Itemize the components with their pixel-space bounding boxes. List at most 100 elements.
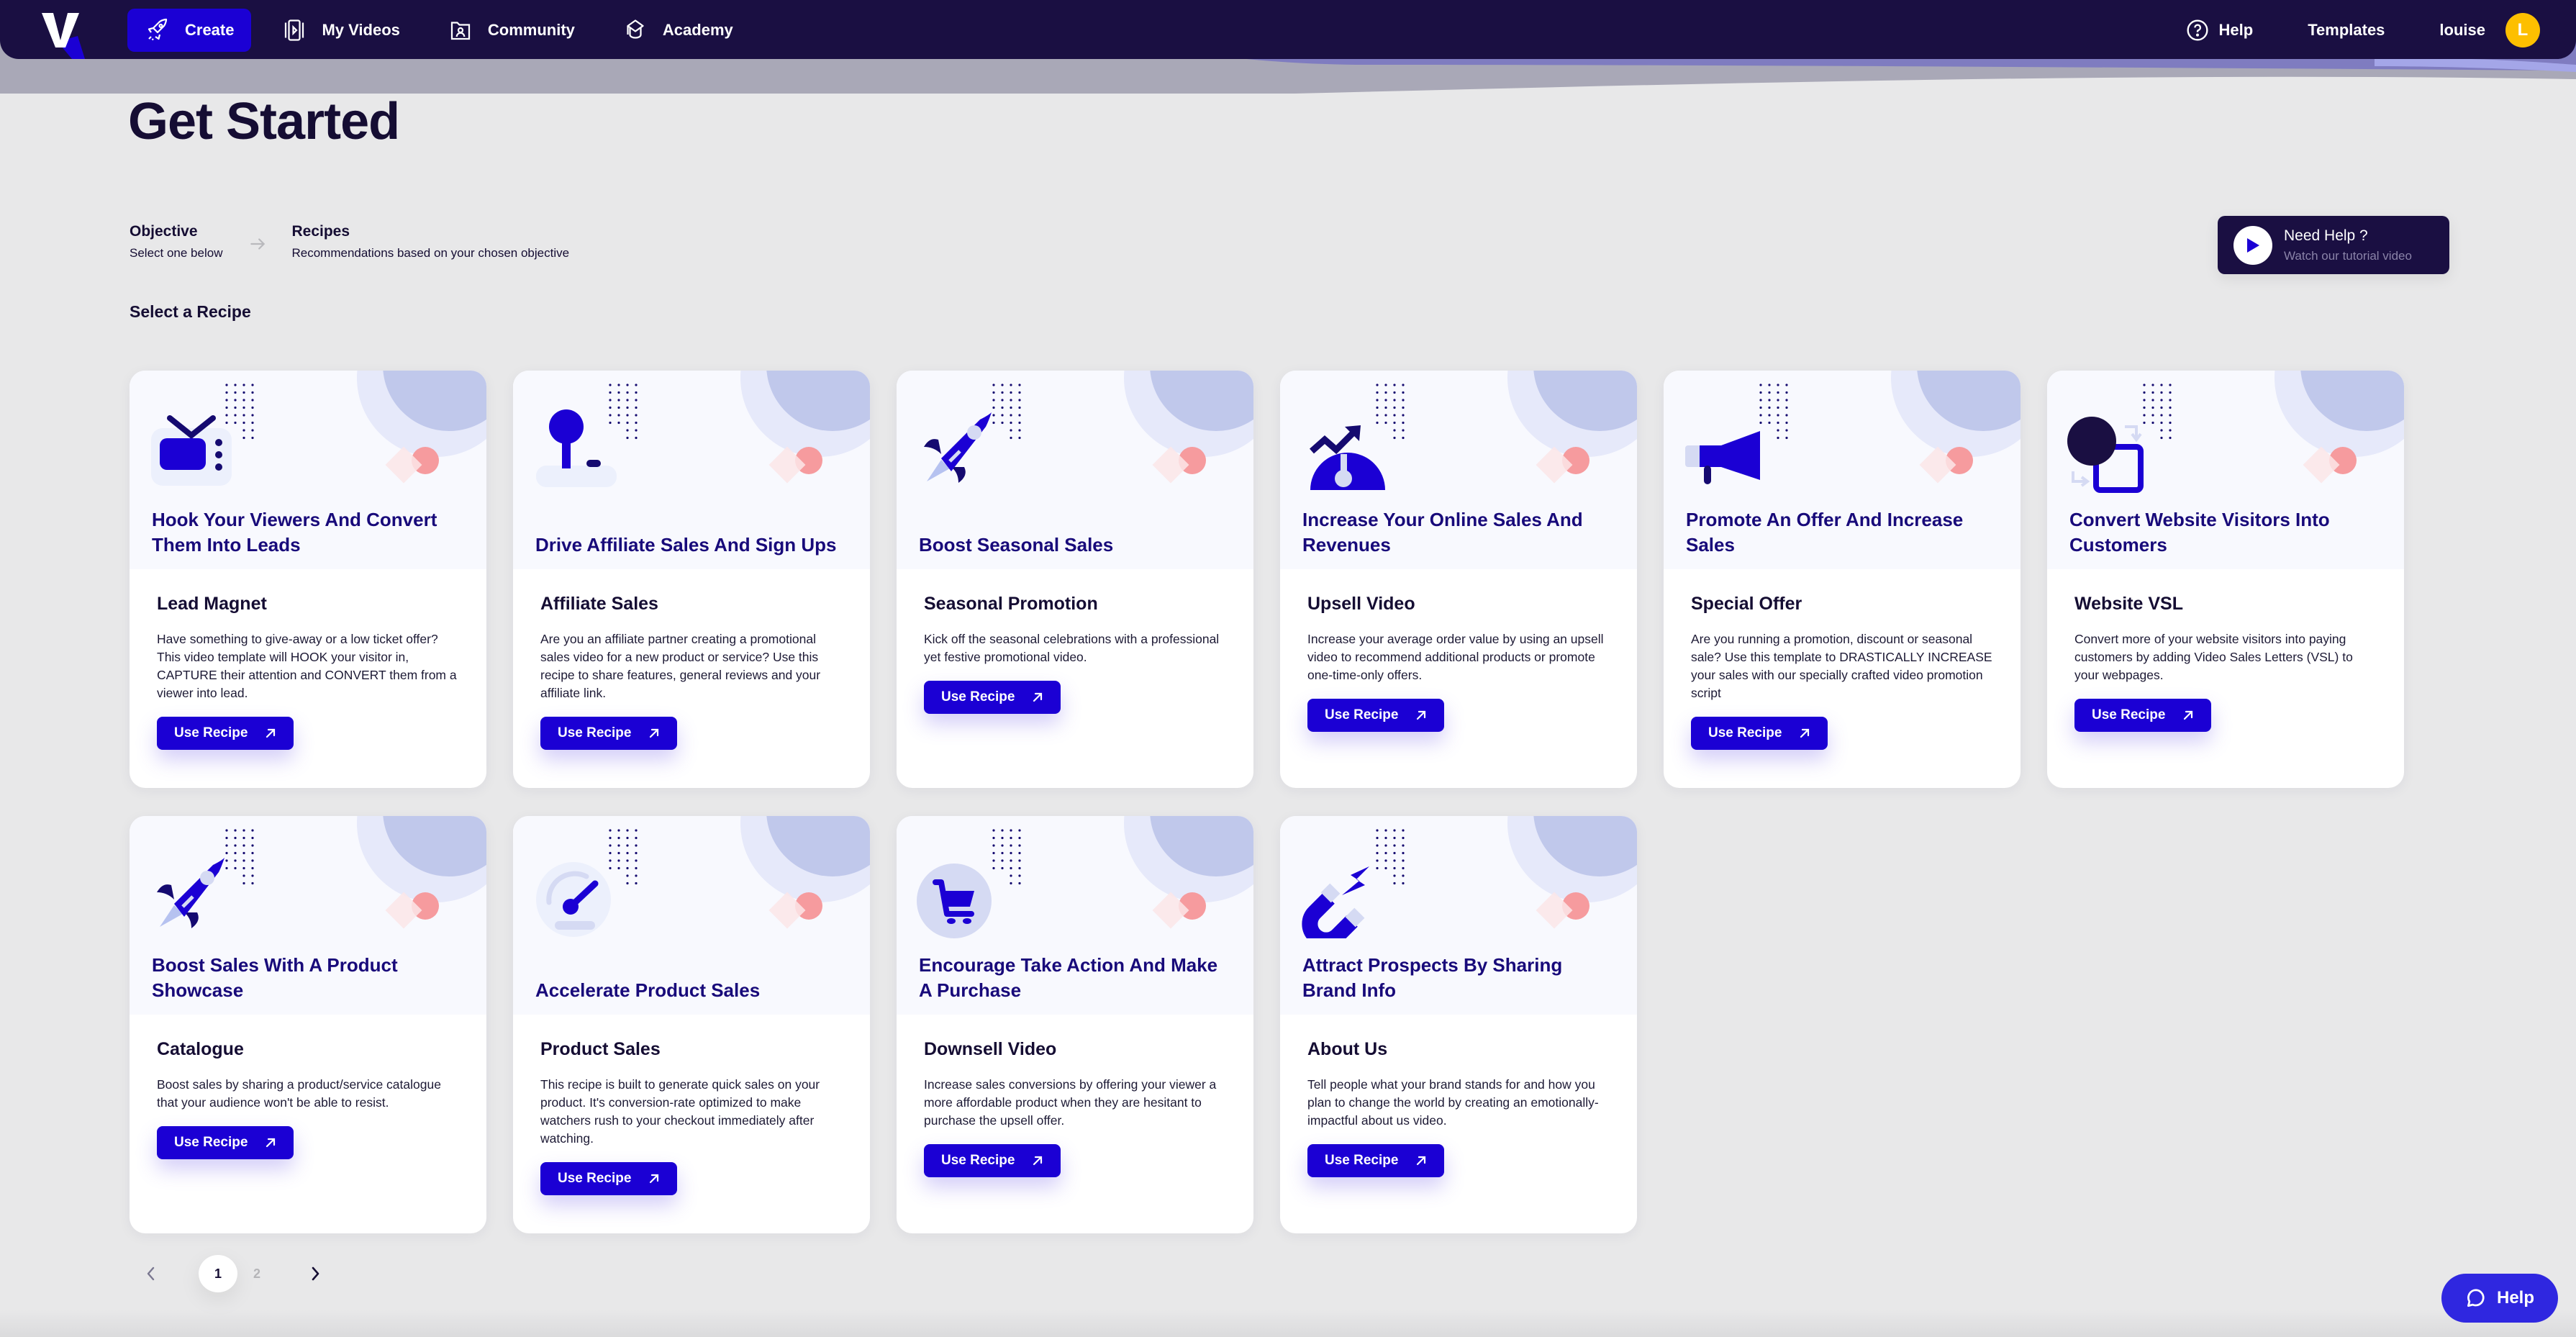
recipe-name: About Us [1307,1039,1388,1059]
use-recipe-button[interactable]: Use Recipe [157,717,294,750]
recipe-name: Special Offer [1691,594,1802,614]
help-chat-button[interactable]: Help [2441,1274,2558,1323]
arrow-up-right-icon [650,1174,659,1184]
step-objective[interactable]: Objective Select one below [130,223,222,260]
recipe-card[interactable]: Convert Website Visitors Into Customers W… [2047,371,2404,788]
rocket-icon [148,18,168,41]
recipe-description: This recipe is built to generate quick s… [540,1077,820,1146]
arrow-up-right-icon [1033,1156,1043,1166]
arrow-up-right-icon [1417,1156,1426,1166]
use-recipe-button[interactable]: Use Recipe [924,1144,1061,1177]
recipe-description: Tell people what your brand stands for a… [1307,1077,1599,1128]
page-title: Get Started [128,93,400,150]
recipe-card[interactable]: Boost Sales With A Product Showcase Catal… [130,816,486,1233]
video-icon [285,19,304,41]
bottom-shade [0,1310,2576,1337]
recipe-objective: Drive Affiliate Sales And Sign Ups [535,534,837,556]
card-banner: Convert Website Visitors Into Customers [2047,371,2404,569]
nav-help-label: Help [2218,21,2254,39]
use-recipe-label: Use Recipe [1325,707,1399,722]
need-help-subtitle: Watch our tutorial video [2284,248,2412,263]
recipe-description: Kick off the seasonal celebrations with … [924,632,1220,664]
card-banner: Drive Affiliate Sales And Sign Ups [513,371,870,569]
recipe-name: Seasonal Promotion [924,594,1098,614]
magnet-icon [1300,852,1387,948]
use-recipe-label: Use Recipe [174,1135,248,1150]
card-banner: Boost Seasonal Sales [897,371,1253,569]
nav-help-link[interactable]: Help [2186,19,2254,42]
recipe-description: Are you running a promotion, discount or… [1691,632,1992,700]
step-objective-subtitle: Select one below [130,246,223,260]
recipe-card[interactable]: Drive Affiliate Sales And Sign Ups Affili… [513,371,870,788]
step-recipes-subtitle: Recommendations based on your chosen obj… [291,246,570,260]
recipe-card[interactable]: Hook Your Viewers And Convert Them Into … [130,371,486,788]
card-banner: Encourage Take Action And Make A Purchas… [897,816,1253,1015]
recipe-card[interactable]: Accelerate Product Sales Product Sales Thi… [513,816,870,1233]
card-banner: Hook Your Viewers And Convert Them Into … [130,371,486,569]
nav-community[interactable]: Community [430,9,592,52]
pagination: 1 2 [144,1255,322,1292]
trend-gauge-icon [1300,407,1387,493]
use-recipe-button[interactable]: Use Recipe [924,681,1061,714]
use-recipe-button[interactable]: Use Recipe [1307,699,1445,732]
recipe-name: Catalogue [157,1039,244,1059]
page-2-button[interactable]: 2 [237,1255,276,1292]
speedometer-icon [533,852,620,938]
help-fab-label: Help [2496,1288,2534,1307]
page-1-button[interactable]: 1 [199,1255,237,1292]
graduation-cap-icon [627,19,644,39]
nav-create[interactable]: Create [127,9,252,52]
use-recipe-label: Use Recipe [558,725,632,740]
nav-templates-link[interactable]: Templates [2308,21,2385,40]
use-recipe-label: Use Recipe [174,725,248,740]
need-help-tutorial-button[interactable]: Need Help ? Watch our tutorial video [2218,216,2449,274]
recipe-card[interactable]: Promote An Offer And Increase Sales Speci… [1664,371,2021,788]
app-logo[interactable] [26,0,95,59]
recipe-name: Lead Magnet [157,594,267,614]
avatar[interactable]: L [2505,13,2540,47]
rocket-icon [917,407,1003,493]
recipe-description: Have something to give-away or a low tic… [157,632,457,700]
chat-bubble-icon [2467,1289,2485,1307]
recipe-name: Product Sales [540,1039,661,1059]
use-recipe-button[interactable]: Use Recipe [2074,699,2212,732]
use-recipe-button[interactable]: Use Recipe [540,717,678,750]
recipe-objective: Accelerate Product Sales [535,979,761,1001]
recipe-card[interactable]: Increase Your Online Sales And Revenues U… [1280,371,1637,788]
recipe-objective: Hook Your Viewers And Convert Them Into … [152,509,437,556]
recipe-objective: Boost Seasonal Sales [919,534,1114,556]
chevron-left-icon[interactable] [144,1265,158,1282]
convert-shapes-icon [2067,407,2154,493]
joystick-icon [533,407,620,493]
recipe-card[interactable]: Encourage Take Action And Make A Purchas… [897,816,1253,1233]
use-recipe-button[interactable]: Use Recipe [157,1126,294,1159]
use-recipe-button[interactable]: Use Recipe [1307,1144,1445,1177]
username-label: louise [2439,21,2485,39]
use-recipe-button[interactable]: Use Recipe [540,1162,678,1195]
card-banner: Accelerate Product Sales [513,816,870,1015]
nav-my-videos[interactable]: My Videos [264,9,417,52]
recipe-card[interactable]: Boost Seasonal Sales Seasonal Promotion Ki… [897,371,1253,788]
recipe-name: Website VSL [2074,594,2183,614]
recipe-description: Convert more of your website visitors in… [2074,632,2353,682]
recipe-description: Are you an affiliate partner creating a … [540,632,821,700]
chevron-right-icon[interactable] [308,1265,322,1282]
rocket-icon [150,852,236,938]
nav-templates-label: Templates [2308,21,2385,39]
recipe-objective: Promote An Offer And Increase Sales [1686,509,1964,556]
recipe-description: Increase sales conversions by offering y… [924,1077,1217,1128]
step-indicator: Objective Select one below Recipes Recom… [130,223,569,260]
recipe-objective: Encourage Take Action And Make A Purchas… [919,954,1218,1001]
recipe-card[interactable]: Attract Prospects By Sharing Brand Info A… [1280,816,1637,1233]
use-recipe-button[interactable]: Use Recipe [1691,717,1828,750]
use-recipe-label: Use Recipe [1708,725,1782,740]
nav-username[interactable]: louise [2439,21,2485,40]
recipe-name: Downsell Video [924,1039,1057,1059]
select-recipe-heading: Select a Recipe [130,302,251,321]
nav-academy[interactable]: Academy [605,9,750,52]
play-icon [2233,225,2272,265]
nav-create-label: Create [185,21,235,39]
recipe-name: Affiliate Sales [540,594,658,614]
arrow-up-right-icon [1417,710,1426,720]
recipe-objective: Attract Prospects By Sharing Brand Info [1302,954,1563,1001]
